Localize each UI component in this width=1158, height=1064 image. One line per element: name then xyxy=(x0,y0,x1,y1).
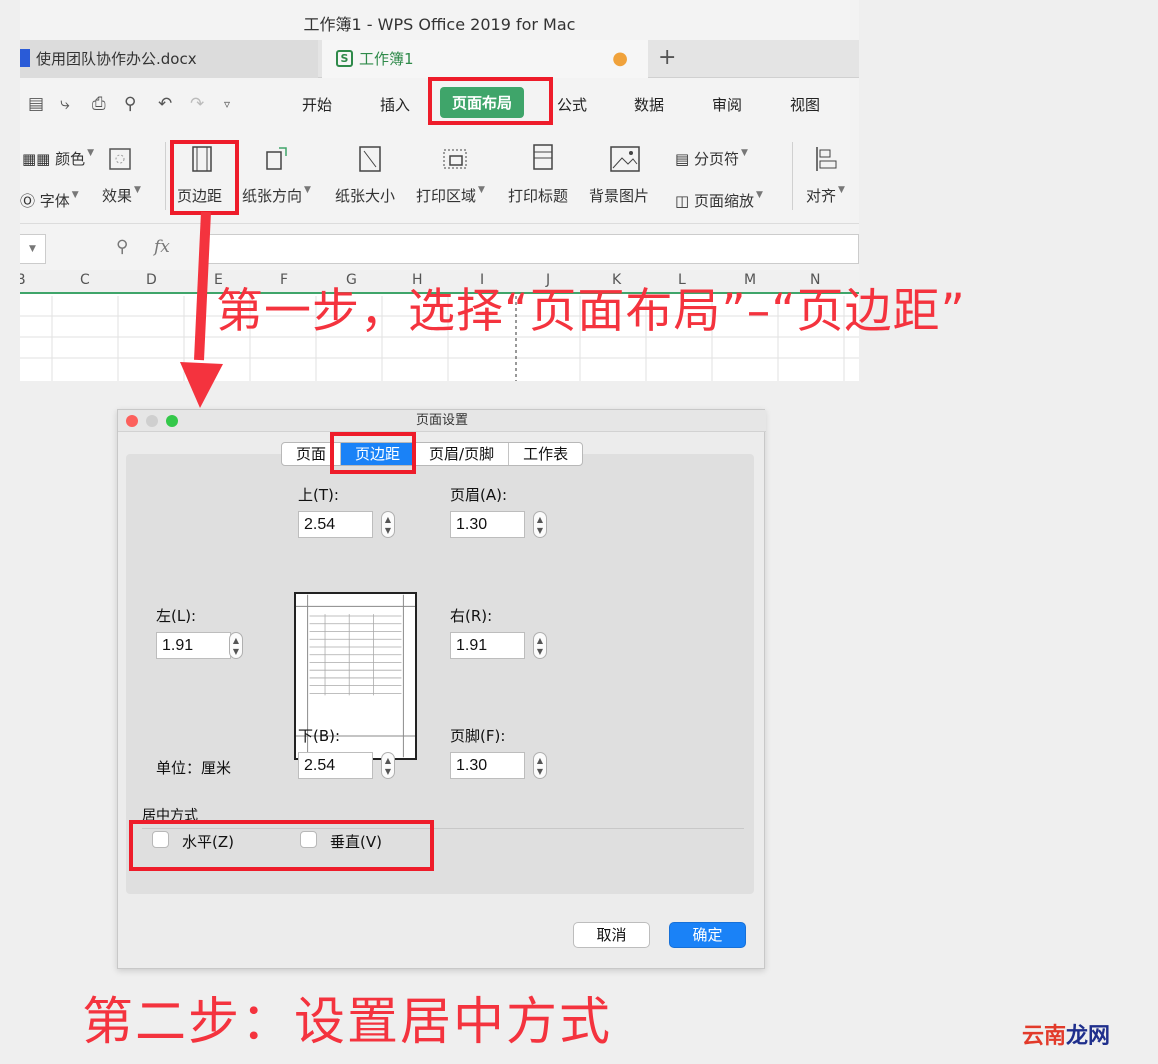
menu-review[interactable]: 审阅 xyxy=(712,94,742,115)
formula-input[interactable] xyxy=(200,234,859,264)
paper-size-button[interactable]: 纸张大小 xyxy=(335,185,395,206)
tab-workbook[interactable]: S 工作簿1 ● xyxy=(322,40,648,78)
more-dropdown-icon[interactable]: ▿ xyxy=(224,97,230,111)
print-area-button[interactable]: 打印区域 ▼ xyxy=(416,185,485,206)
effects-icon[interactable] xyxy=(108,146,132,172)
left-label: 左(L): xyxy=(156,607,197,625)
right-label: 右(R): xyxy=(450,607,493,625)
print-titles-button[interactable]: 打印标题 xyxy=(508,185,568,206)
highlight-page-layout xyxy=(428,77,553,125)
orientation-button[interactable]: 纸张方向 ▼ xyxy=(242,185,311,206)
save-icon[interactable]: ▤ xyxy=(28,94,44,114)
column-label[interactable]: B xyxy=(20,272,26,288)
menu-formulas[interactable]: 公式 xyxy=(557,94,587,115)
tab-bar: 页面 页边距 页眉/页脚 工作表 xyxy=(281,442,584,466)
tab-sheet[interactable]: 工作表 xyxy=(509,443,582,465)
minimize-icon[interactable] xyxy=(146,415,158,427)
bottom-margin-input[interactable]: 2.54 xyxy=(298,752,373,779)
dialog-title: 页面设置 xyxy=(118,410,766,432)
menu-insert[interactable]: 插入 xyxy=(380,94,410,115)
menu-home[interactable]: 开始 xyxy=(302,94,332,115)
formula-bar: ▼ ⚲ fx xyxy=(20,232,859,266)
writer-doc-icon xyxy=(20,49,30,67)
tab-docx-label: 使用团队协作办公.docx xyxy=(36,50,197,68)
ribbon-toolbar: ▦▦ 颜色 ▼ Ⓞ 字体 ▼ 效果 ▼ 页边距 纸张方向 ▼ 纸张大小 打印区域 ▼ 打印… xyxy=(20,128,859,224)
print-area-icon[interactable] xyxy=(443,144,467,170)
print-preview-icon[interactable]: ⚲ xyxy=(124,94,136,114)
font-button[interactable]: Ⓞ 字体 ▼ xyxy=(20,190,79,211)
function-icon[interactable]: fx xyxy=(154,237,170,257)
left-margin-input[interactable]: 1.91 xyxy=(156,632,231,659)
bottom-margin-stepper[interactable]: ▲ ▼ xyxy=(381,752,395,779)
divider xyxy=(165,142,166,210)
unsaved-dot-icon: ● xyxy=(612,48,628,69)
print-icon[interactable]: ⎙ xyxy=(92,94,106,114)
document-tabs: 使用团队协作办公.docx S 工作簿1 ● + xyxy=(20,40,859,78)
unit-label: 单位：厘米 xyxy=(156,759,232,777)
print-titles-icon[interactable] xyxy=(531,144,555,170)
top-margin-input[interactable]: 2.54 xyxy=(298,511,373,538)
close-icon[interactable] xyxy=(126,415,138,427)
window-title: 工作簿1 - WPS Office 2019 for Mac xyxy=(303,15,576,34)
cancel-button[interactable]: 取消 xyxy=(573,922,650,948)
highlight-margins-tab xyxy=(330,432,416,474)
undo-icon[interactable]: ↶ xyxy=(158,94,172,114)
column-label[interactable]: D xyxy=(146,272,157,288)
menu-view[interactable]: 视图 xyxy=(790,94,820,115)
redo-icon[interactable]: ↷ xyxy=(190,94,204,114)
align-button[interactable]: 对齐 ▼ xyxy=(806,185,845,206)
bottom-label: 下(B): xyxy=(298,727,341,745)
right-margin-stepper[interactable]: ▲ ▼ xyxy=(533,632,547,659)
watermark: 云南龙网 xyxy=(1022,1024,1111,1049)
footer-label: 页脚(F): xyxy=(450,727,506,745)
new-tab-button[interactable]: + xyxy=(658,40,676,76)
background-image-button[interactable]: 背景图片 xyxy=(589,185,649,206)
paper-size-icon[interactable] xyxy=(358,146,382,172)
highlight-center-options xyxy=(129,820,434,871)
step1-caption: 第一步，选择“页面布局”–“页边距” xyxy=(216,284,966,339)
tab-header-footer[interactable]: 页眉/页脚 xyxy=(415,443,510,465)
footer-margin-stepper[interactable]: ▲ ▼ xyxy=(533,752,547,779)
menu-data[interactable]: 数据 xyxy=(634,94,664,115)
spreadsheet-icon: S xyxy=(336,49,353,67)
highlight-margins xyxy=(170,140,239,215)
zoom-icon[interactable]: ⚲ xyxy=(116,237,128,257)
zoom-window-icon[interactable] xyxy=(166,415,178,427)
background-image-icon[interactable] xyxy=(610,146,640,172)
page-break-button[interactable]: ▤ 分页符 ▼ xyxy=(675,148,748,169)
header-margin-stepper[interactable]: ▲ ▼ xyxy=(533,511,547,538)
format-painter-icon[interactable]: ⤷ xyxy=(60,94,70,114)
color-button[interactable]: ▦▦ 颜色 ▼ xyxy=(22,148,94,169)
ok-button[interactable]: 确定 xyxy=(669,922,746,948)
page-zoom-button[interactable]: ◫ 页面缩放 ▼ xyxy=(675,190,763,211)
divider xyxy=(792,142,793,210)
right-margin-input[interactable]: 1.91 xyxy=(450,632,525,659)
header-label: 页眉(A): xyxy=(450,486,508,504)
column-label[interactable]: C xyxy=(80,272,90,288)
page-setup-dialog: 页面设置 页面 页边距 页眉/页脚 工作表 上(T): 2.54 ▲ ▼ 页眉(A… xyxy=(117,409,766,969)
footer-margin-input[interactable]: 1.30 xyxy=(450,752,525,779)
tab-workbook-label: 工作簿1 xyxy=(359,50,414,68)
step2-caption: 第二步：设置居中方式 xyxy=(82,993,613,1052)
effects-button[interactable]: 效果 ▼ xyxy=(102,185,141,206)
tab-docx[interactable]: 使用团队协作办公.docx xyxy=(20,40,318,78)
header-margin-input[interactable]: 1.30 xyxy=(450,511,525,538)
top-margin-stepper[interactable]: ▲ ▼ xyxy=(381,511,395,538)
align-icon[interactable] xyxy=(815,146,839,172)
top-label: 上(T): xyxy=(298,486,339,504)
left-margin-stepper[interactable]: ▲ ▼ xyxy=(229,632,243,659)
orientation-icon[interactable] xyxy=(266,144,290,170)
name-box-dropdown[interactable]: ▼ xyxy=(20,234,46,264)
